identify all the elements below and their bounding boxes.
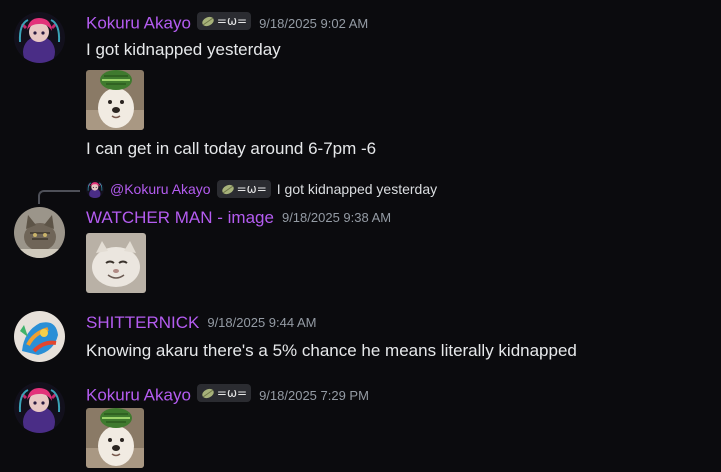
clan-tag-text: =ω=	[236, 182, 267, 196]
username[interactable]: Kokuru Akayo	[86, 386, 191, 405]
leaf-icon	[201, 388, 215, 399]
clan-tag[interactable]: =ω=	[196, 384, 252, 402]
reply-spine	[38, 190, 80, 204]
image-attachment[interactable]	[86, 70, 144, 130]
avatar	[86, 180, 104, 198]
reply-reference[interactable]: @Kokuru Akayo =ω= I got kidnapped yester…	[86, 179, 437, 199]
clan-tag-text: =ω=	[216, 386, 248, 400]
leaf-icon	[221, 184, 235, 195]
username[interactable]: Kokuru Akayo	[86, 14, 191, 33]
clan-tag-text: =ω=	[216, 14, 248, 28]
image-attachment[interactable]	[86, 233, 146, 293]
clan-tag[interactable]: =ω=	[196, 12, 252, 30]
image-attachment[interactable]	[86, 408, 144, 468]
timestamp: 9/18/2025 7:29 PM	[259, 387, 369, 403]
username[interactable]: SHITTERNICK	[86, 313, 199, 332]
avatar[interactable]	[14, 12, 65, 63]
message-text: I can get in call today around 6-7pm -6	[86, 139, 377, 158]
reply-author[interactable]: @Kokuru Akayo	[110, 181, 211, 197]
timestamp: 9/18/2025 9:44 AM	[207, 315, 317, 330]
avatar[interactable]	[14, 311, 65, 362]
username[interactable]: WATCHER MAN - image	[86, 208, 274, 227]
message-text: I got kidnapped yesterday	[86, 40, 281, 59]
message-text: Knowing akaru there's a 5% chance he mea…	[86, 341, 577, 360]
reply-preview-text: I got kidnapped yesterday	[276, 181, 438, 197]
avatar[interactable]	[14, 382, 65, 433]
timestamp: 9/18/2025 9:02 AM	[259, 15, 369, 31]
clan-tag: =ω=	[216, 180, 271, 198]
timestamp: 9/18/2025 9:38 AM	[281, 210, 392, 225]
avatar[interactable]	[14, 207, 65, 258]
leaf-icon	[201, 16, 215, 27]
